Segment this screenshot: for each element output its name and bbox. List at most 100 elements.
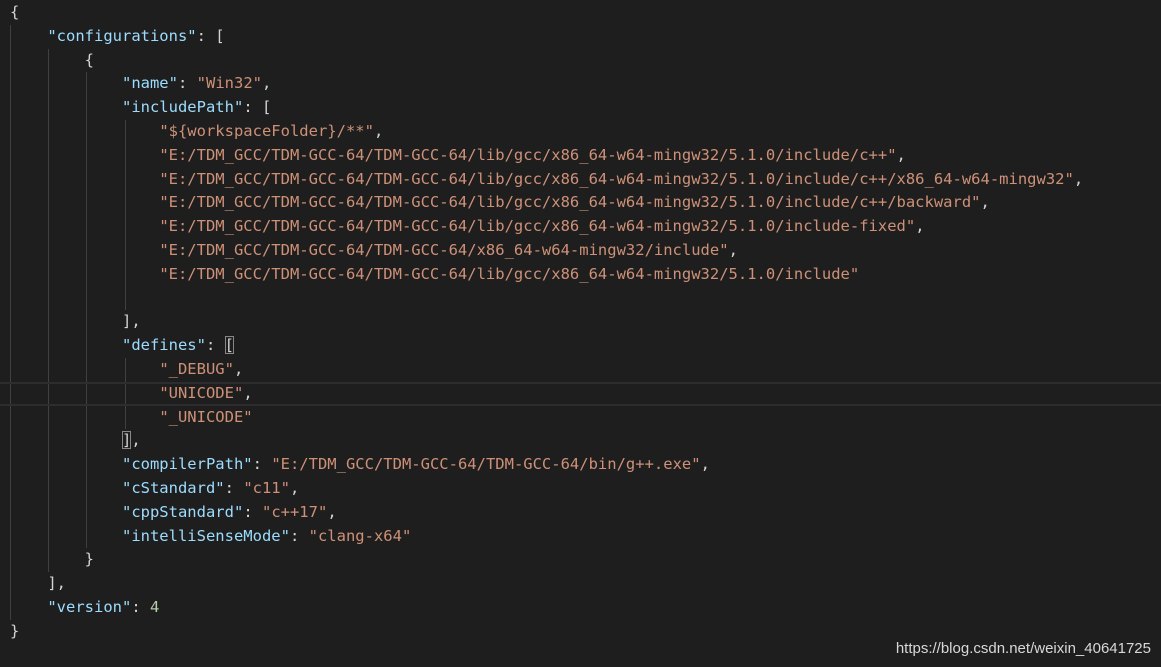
json-punctuation: : [ <box>196 26 225 45</box>
json-punctuation <box>10 503 122 521</box>
code-line[interactable]: "UNICODE", <box>0 381 1161 406</box>
code-line[interactable]: "E:/TDM_GCC/TDM-GCC-64/TDM-GCC-64/lib/gc… <box>0 215 1161 239</box>
json-string: "_DEBUG" <box>159 360 234 378</box>
code-line[interactable]: "cppStandard": "c++17", <box>0 501 1161 525</box>
json-punctuation: , <box>243 383 253 402</box>
matching-bracket: [ <box>224 336 234 355</box>
json-punctuation: , <box>980 193 990 212</box>
json-punctuation <box>10 455 122 473</box>
json-punctuation: , <box>1073 169 1084 188</box>
matching-bracket: ] <box>121 431 132 450</box>
json-punctuation: , <box>915 217 925 236</box>
json-punctuation: : <box>243 502 262 521</box>
json-key: "cppStandard" <box>121 502 244 521</box>
code-line[interactable]: "defines": [ <box>0 334 1161 358</box>
json-punctuation <box>10 479 122 497</box>
json-punctuation <box>10 146 159 164</box>
json-string: "E:/TDM_GCC/TDM-GCC-64/TDM-GCC-64/lib/gc… <box>159 193 981 212</box>
code-line[interactable]: { <box>0 1 1161 25</box>
code-line[interactable]: "E:/TDM_GCC/TDM-GCC-64/TDM-GCC-64/lib/gc… <box>0 168 1161 192</box>
code-line[interactable]: "includePath": [ <box>0 96 1161 120</box>
json-punctuation <box>10 98 122 116</box>
json-punctuation: , <box>896 145 906 164</box>
json-key: "cStandard" <box>121 479 225 497</box>
json-punctuation <box>10 122 159 140</box>
code-line[interactable]: "E:/TDM_GCC/TDM-GCC-64/TDM-GCC-64/lib/gc… <box>0 191 1161 215</box>
json-punctuation: } <box>10 621 20 640</box>
json-string: "c11" <box>243 479 290 497</box>
code-line[interactable]: ], <box>0 310 1161 334</box>
json-string: "E:/TDM_GCC/TDM-GCC-64/TDM-GCC-64/x86_64… <box>159 241 729 259</box>
code-line[interactable]: "E:/TDM_GCC/TDM-GCC-64/TDM-GCC-64/lib/gc… <box>0 263 1161 287</box>
code-line[interactable]: "version": 4 <box>0 596 1161 620</box>
json-punctuation <box>10 74 122 92</box>
json-punctuation: , <box>327 502 337 521</box>
code-line[interactable]: "compilerPath": "E:/TDM_GCC/TDM-GCC-64/T… <box>0 453 1161 477</box>
json-key: "configurations" <box>47 26 197 45</box>
json-punctuation <box>10 27 47 45</box>
json-key: "includePath" <box>121 98 244 117</box>
json-punctuation <box>10 336 122 354</box>
json-string: "E:/TDM_GCC/TDM-GCC-64/TDM-GCC-64/lib/gc… <box>159 169 1074 188</box>
code-editor[interactable]: { "configurations": [ { "name": "Win32",… <box>0 0 1161 667</box>
json-string: "_UNICODE" <box>159 407 253 426</box>
json-punctuation: } <box>10 550 94 569</box>
json-punctuation: { <box>10 3 20 21</box>
code-line[interactable]: } <box>0 548 1161 572</box>
code-line[interactable]: "E:/TDM_GCC/TDM-GCC-64/TDM-GCC-64/lib/gc… <box>0 144 1161 168</box>
json-punctuation: , <box>728 241 738 259</box>
json-punctuation: : [ <box>243 98 272 117</box>
json-punctuation: , <box>373 122 384 140</box>
json-punctuation: : <box>131 598 150 616</box>
json-punctuation <box>10 170 159 188</box>
json-punctuation <box>10 193 159 211</box>
json-punctuation: , <box>261 74 272 93</box>
json-punctuation <box>10 384 159 402</box>
json-punctuation <box>10 598 47 616</box>
json-punctuation: : <box>205 336 225 355</box>
json-key: "version" <box>47 598 132 616</box>
json-punctuation: : <box>224 479 244 497</box>
json-punctuation: : <box>177 74 197 93</box>
json-string: "E:/TDM_GCC/TDM-GCC-64/TDM-GCC-64/bin/g+… <box>271 455 701 474</box>
code-line[interactable]: "cStandard": "c11", <box>0 477 1161 501</box>
json-string: "E:/TDM_GCC/TDM-GCC-64/TDM-GCC-64/lib/gc… <box>159 264 860 283</box>
json-punctuation: ], <box>10 574 66 593</box>
watermark-text: https://blog.csdn.net/weixin_40641725 <box>895 640 1151 657</box>
json-punctuation <box>10 265 159 283</box>
json-punctuation <box>10 527 122 545</box>
code-line[interactable]: "intelliSenseMode": "clang-x64" <box>0 525 1161 549</box>
json-key: "compilerPath" <box>121 455 253 474</box>
json-punctuation: { <box>10 50 94 69</box>
json-punctuation <box>10 408 159 426</box>
json-string: "UNICODE" <box>159 383 244 402</box>
json-number: 4 <box>150 598 160 616</box>
json-punctuation: , <box>700 455 710 474</box>
code-line[interactable]: "${workspaceFolder}/**", <box>0 120 1161 144</box>
code-line[interactable]: "name": "Win32", <box>0 72 1161 96</box>
json-punctuation <box>10 431 122 449</box>
json-key: "defines" <box>121 336 206 355</box>
json-string: "Win32" <box>196 74 262 93</box>
json-punctuation <box>10 241 159 259</box>
code-line[interactable]: "configurations": [ <box>0 25 1161 49</box>
json-punctuation <box>10 360 159 378</box>
json-string: "c++17" <box>261 502 328 521</box>
json-string: "clang-x64" <box>308 526 412 545</box>
json-punctuation: : <box>289 526 309 545</box>
code-line[interactable]: "_UNICODE" <box>0 406 1161 430</box>
json-punctuation: , <box>233 360 244 378</box>
json-string: "${workspaceFolder}/**" <box>159 122 374 140</box>
code-line[interactable]: "E:/TDM_GCC/TDM-GCC-64/TDM-GCC-64/x86_64… <box>0 239 1161 263</box>
code-line[interactable]: ], <box>0 429 1161 453</box>
json-punctuation: , <box>289 479 300 497</box>
json-punctuation <box>10 217 159 235</box>
json-key: "intelliSenseMode" <box>121 526 290 545</box>
code-line[interactable]: ], <box>0 572 1161 596</box>
code-line[interactable]: { <box>0 49 1161 73</box>
json-punctuation: : <box>252 455 272 474</box>
code-line[interactable] <box>0 287 1161 311</box>
code-line[interactable]: "_DEBUG", <box>0 358 1161 382</box>
json-string: "E:/TDM_GCC/TDM-GCC-64/TDM-GCC-64/lib/gc… <box>159 145 897 164</box>
json-string: "E:/TDM_GCC/TDM-GCC-64/TDM-GCC-64/lib/gc… <box>159 217 916 236</box>
